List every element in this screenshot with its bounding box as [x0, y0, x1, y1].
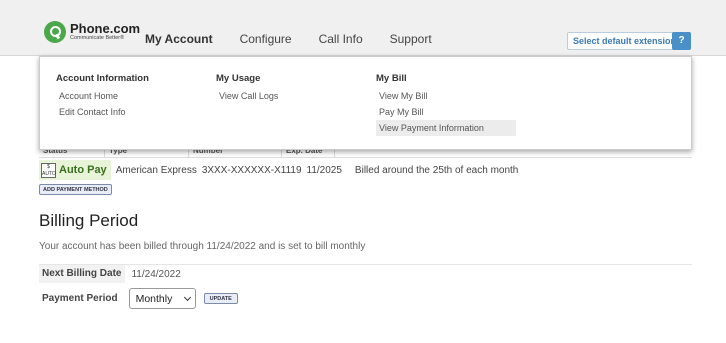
logo-icon	[44, 21, 66, 43]
update-button[interactable]: UPDATE	[203, 293, 238, 304]
main-nav: My Account Configure Call Info Support	[145, 32, 459, 46]
nav-call-info[interactable]: Call Info	[319, 32, 363, 46]
logo-tagline: Communicate Better®	[70, 35, 125, 42]
menu-link-view-payment-information[interactable]: View Payment Information	[376, 120, 516, 136]
default-extension-select[interactable]: Select default extension ?	[567, 32, 691, 50]
autopay-icon: $ AUTO	[41, 162, 56, 178]
status-badge: $ AUTO Auto Pay	[39, 160, 111, 180]
chevron-down-icon	[183, 293, 191, 301]
billing-note: Billed around the 25th of each month	[354, 164, 519, 176]
payment-period-label: Payment Period	[42, 292, 118, 304]
payment-period-row: Payment Period Monthly UPDATE	[39, 288, 238, 309]
menu-column-account-info: Account Information Account Home Edit Co…	[56, 73, 196, 120]
next-billing-label: Next Billing Date	[39, 265, 126, 283]
menu-link-view-call-logs[interactable]: View Call Logs	[216, 88, 356, 104]
billing-period-title: Billing Period	[39, 211, 139, 230]
nav-configure[interactable]: Configure	[240, 32, 292, 46]
table-row: $ AUTO Auto Pay American Express 3XXX-XXX…	[39, 160, 518, 180]
my-account-dropdown: Account Information Account Home Edit Co…	[39, 56, 692, 150]
nav-my-account[interactable]: My Account	[145, 32, 213, 46]
menu-heading-account-info: Account Information	[56, 73, 149, 84]
card-exp: 11/2025	[306, 164, 342, 176]
autopay-icon-text: AUTO	[42, 170, 56, 177]
payment-period-select[interactable]: Monthly	[128, 288, 196, 309]
extension-label: Select default extension	[573, 36, 677, 46]
menu-heading-my-usage: My Usage	[216, 73, 261, 84]
autopay-label: Auto Pay	[59, 164, 107, 176]
billing-description: Your account has been billed through 11/…	[39, 241, 366, 252]
phone-com-logo[interactable]: Phone.com Communicate Better®	[44, 21, 140, 43]
add-payment-method-button[interactable]: ADD PAYMENT METHOD	[39, 184, 112, 195]
menu-heading-my-bill: My Bill	[376, 73, 407, 84]
next-billing-row: Next Billing Date 11/24/2022	[39, 265, 181, 283]
menu-link-pay-my-bill[interactable]: Pay My Bill	[376, 104, 516, 120]
nav-support[interactable]: Support	[390, 32, 432, 46]
menu-link-view-my-bill[interactable]: View My Bill	[376, 88, 516, 104]
payment-period-value: Monthly	[135, 292, 173, 305]
next-billing-value: 11/24/2022	[131, 268, 181, 280]
card-type: American Express	[115, 164, 197, 176]
menu-column-my-usage: My Usage View Call Logs	[216, 73, 356, 104]
menu-link-edit-contact-info[interactable]: Edit Contact Info	[56, 104, 196, 120]
menu-column-my-bill: My Bill View My Bill Pay My Bill View Pa…	[376, 73, 516, 136]
help-icon[interactable]: ?	[672, 32, 691, 50]
top-header: Phone.com Communicate Better® My Account…	[0, 0, 726, 56]
logo-name: Phone.com	[70, 21, 141, 37]
menu-link-account-home[interactable]: Account Home	[56, 88, 196, 104]
card-number: 3XXX-XXXXXX-X1119	[201, 164, 302, 176]
